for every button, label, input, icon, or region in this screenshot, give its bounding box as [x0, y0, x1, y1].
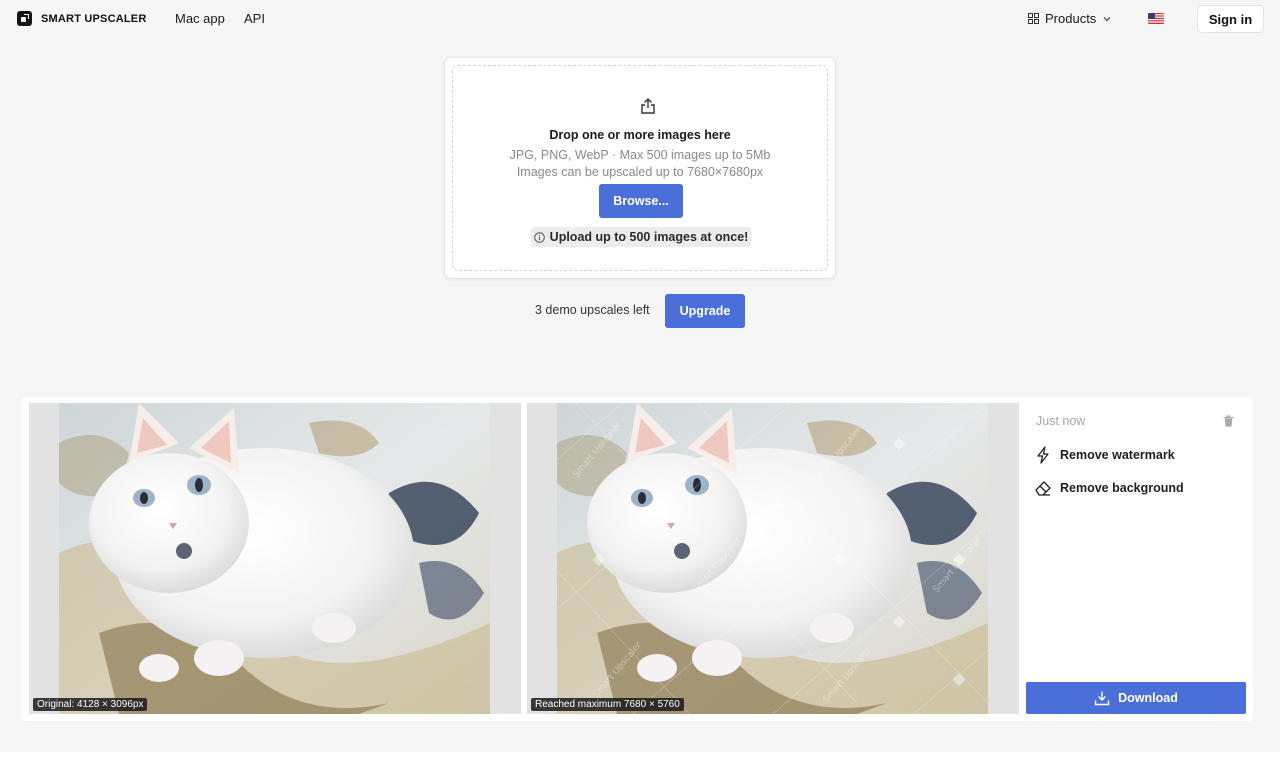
original-image [59, 403, 490, 714]
eraser-icon [1035, 481, 1051, 496]
download-icon [1094, 691, 1110, 706]
remove-watermark-label: Remove watermark [1060, 448, 1175, 462]
dropzone-max-size: Images can be upscaled up to 7680×7680px [516, 165, 764, 179]
nav-api[interactable]: API [244, 11, 265, 26]
dropzone-title: Drop one or more images here [549, 128, 731, 142]
info-icon [533, 231, 545, 243]
download-button[interactable]: Download [1026, 682, 1246, 714]
upscaled-size-label: Reached maximum 7680 × 5760 [531, 698, 684, 711]
result-panel: Original: 4128 × 3096px Smart Upscaler S… [22, 397, 1253, 721]
lightning-icon [1037, 446, 1049, 464]
top-navbar: SMART UPSCALER Mac app API Products Sign… [0, 0, 1280, 40]
timestamp: Just now [1036, 414, 1086, 428]
remove-background-label: Remove background [1060, 481, 1184, 495]
upload-limit-note: Upload up to 500 images at once! [531, 227, 751, 247]
logo[interactable]: SMART UPSCALER [17, 11, 146, 26]
browse-button[interactable]: Browse... [599, 184, 683, 218]
chevron-down-icon [1103, 16, 1111, 21]
upload-icon [641, 98, 655, 114]
result-actions: Just now Remove watermark Remove backgro… [1026, 403, 1246, 714]
original-image-frame[interactable]: Original: 4128 × 3096px [29, 403, 521, 714]
upscaled-image: Smart Upscaler Smart Upscaler Smart Upsc… [557, 403, 988, 714]
logo-icon [17, 11, 32, 26]
demo-remaining-text: 3 demo upscales left [535, 303, 650, 317]
us-flag-icon[interactable] [1148, 13, 1164, 24]
upload-limit-text: Upload up to 500 images at once! [549, 230, 749, 244]
grid-icon [1028, 13, 1039, 24]
products-label: Products [1045, 11, 1097, 26]
nav-mac-app[interactable]: Mac app [175, 11, 225, 26]
trash-icon[interactable] [1223, 415, 1234, 427]
original-size-label: Original: 4128 × 3096px [33, 698, 148, 711]
dropzone-formats: JPG, PNG, WebP · Max 500 images up to 5M… [509, 148, 771, 162]
sign-in-button[interactable]: Sign in [1197, 5, 1264, 33]
upscaled-image-frame[interactable]: Smart Upscaler Smart Upscaler Smart Upsc… [527, 403, 1019, 714]
upload-card: Drop one or more images here JPG, PNG, W… [445, 58, 835, 278]
remove-watermark-button[interactable]: Remove watermark [1034, 446, 1175, 464]
logo-text: SMART UPSCALER [41, 12, 147, 25]
dropzone[interactable]: Drop one or more images here JPG, PNG, W… [452, 65, 828, 271]
download-label: Download [1118, 691, 1178, 705]
upgrade-button[interactable]: Upgrade [665, 294, 745, 328]
page-footer-strip [0, 752, 1280, 776]
products-menu[interactable]: Products [1028, 11, 1112, 26]
remove-background-button[interactable]: Remove background [1034, 479, 1184, 497]
